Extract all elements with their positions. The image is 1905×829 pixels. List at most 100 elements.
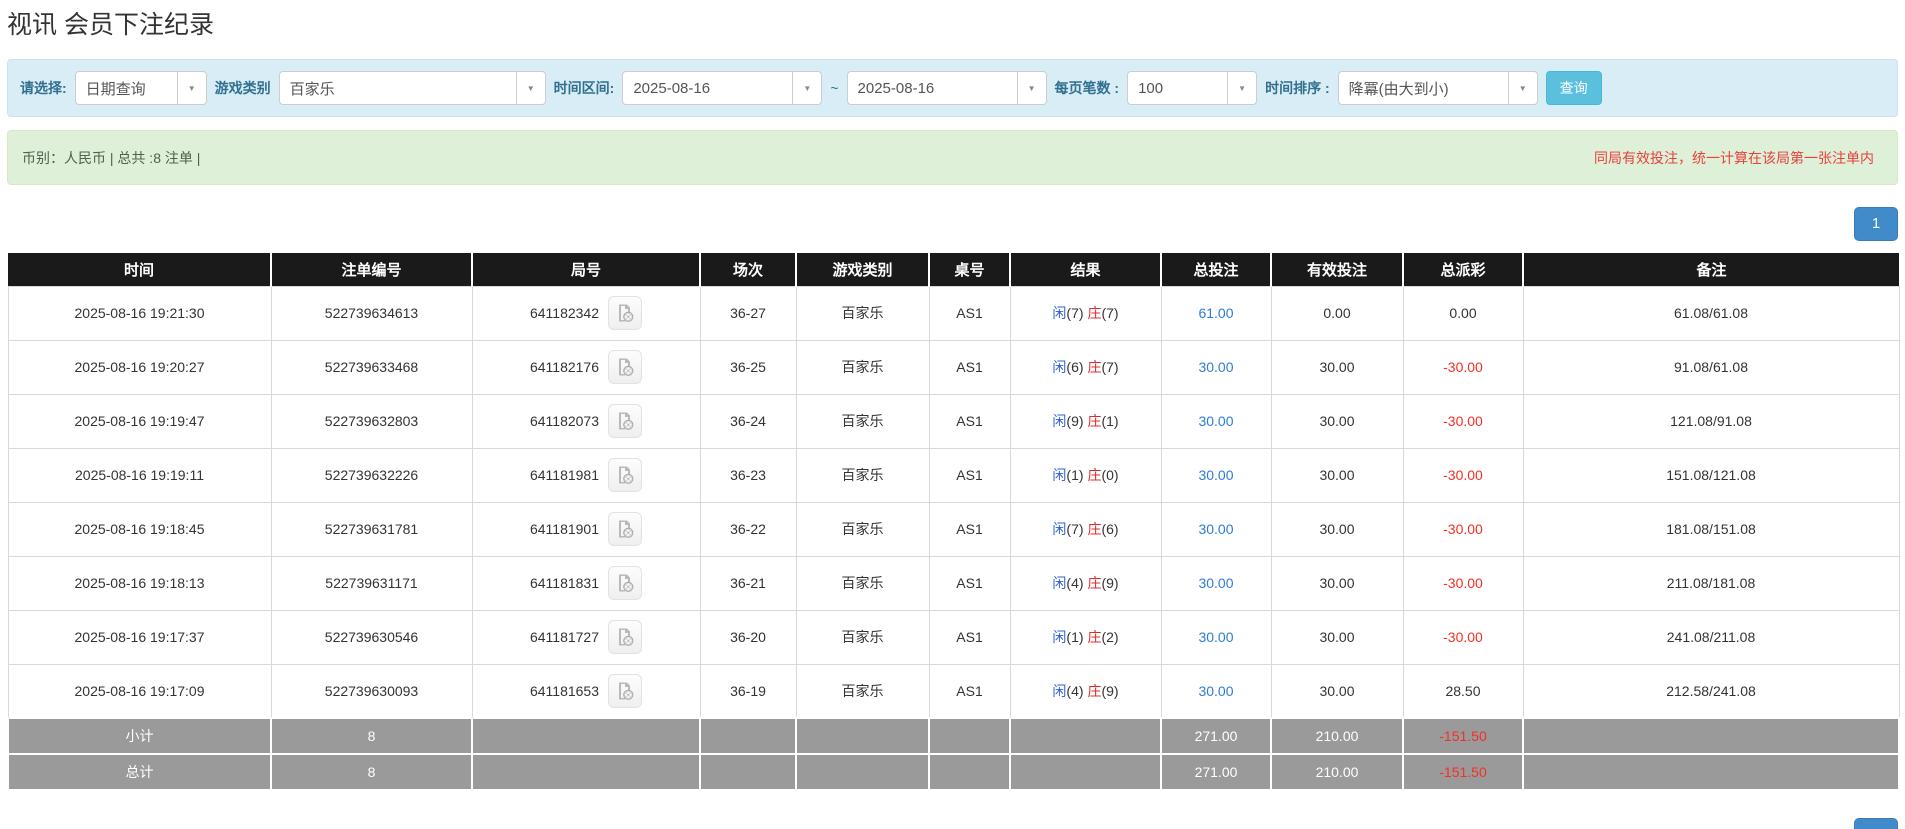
cell-payout: 28.50	[1403, 664, 1523, 718]
total-row-empty-result	[1010, 754, 1161, 790]
col-valid-bet: 有效投注	[1271, 253, 1403, 286]
time-sort-label: 时间排序 :	[1265, 78, 1330, 98]
cell-total-bet: 30.00	[1161, 664, 1271, 718]
chevron-down-icon: ▼	[177, 72, 206, 104]
total-bet-link[interactable]: 30.00	[1198, 683, 1233, 699]
subtotal-row-empty-round	[472, 718, 700, 754]
video-replay-button[interactable]	[608, 674, 642, 708]
chevron-down-icon: ▼	[1508, 72, 1537, 104]
page-size-value: 100	[1128, 80, 1163, 97]
summary-bar: 币别：人民币 | 总共 :8 注单 | 同局有效投注，统一计算在该局第一张注单内	[7, 130, 1898, 185]
col-remark: 备注	[1523, 253, 1899, 286]
video-replay-button[interactable]	[608, 458, 642, 492]
subtotal-row-label: 小计	[8, 718, 271, 754]
page-size-select[interactable]: 100 ▼	[1127, 71, 1257, 105]
cell-round-id: 641182073	[472, 394, 700, 448]
page-title: 视讯 会员下注纪录	[7, 9, 1898, 42]
cell-round-id: 641181901	[472, 502, 700, 556]
cell-remark: 121.08/91.08	[1523, 394, 1899, 448]
result-player-label: 闲	[1052, 305, 1066, 321]
video-replay-button[interactable]	[608, 350, 642, 384]
game-category-select[interactable]: 百家乐 ▼	[279, 71, 546, 105]
cell-payout: -30.00	[1403, 448, 1523, 502]
result-player-score: (7)	[1066, 521, 1083, 537]
video-replay-button[interactable]	[608, 404, 642, 438]
time-sort-value: 降冪(由大到小)	[1339, 78, 1449, 99]
video-file-icon	[615, 465, 635, 485]
cell-round-id: 641181981	[472, 448, 700, 502]
video-replay-button[interactable]	[608, 512, 642, 546]
cell-time: 2025-08-16 19:18:13	[8, 556, 271, 610]
result-player-label: 闲	[1052, 521, 1066, 537]
pagination-bottom: 1	[7, 818, 1898, 829]
cell-table-no: AS1	[929, 394, 1010, 448]
total-row-count: 8	[271, 754, 472, 790]
video-replay-button[interactable]	[608, 296, 642, 330]
result-banker-label: 庄	[1087, 521, 1101, 537]
result-player-label: 闲	[1052, 575, 1066, 591]
date-from-select[interactable]: 2025-08-16 ▼	[622, 71, 822, 105]
cell-valid-bet: 30.00	[1271, 664, 1403, 718]
round-id-group: 641181901	[530, 512, 642, 546]
page-button-1-bottom[interactable]: 1	[1854, 818, 1898, 829]
cell-session: 36-21	[700, 556, 796, 610]
video-file-icon	[615, 681, 635, 701]
subtotal-row-payout: -151.50	[1403, 718, 1523, 754]
subtotal-row-remark	[1523, 718, 1899, 754]
total-bet-link[interactable]: 30.00	[1198, 359, 1233, 375]
video-replay-button[interactable]	[608, 620, 642, 654]
video-replay-button[interactable]	[608, 566, 642, 600]
round-id-group: 641181727	[530, 620, 642, 654]
page-button-1[interactable]: 1	[1854, 207, 1898, 241]
chevron-down-icon: ▼	[792, 72, 821, 104]
total-bet-link[interactable]: 30.00	[1198, 413, 1233, 429]
cell-round-id: 641181831	[472, 556, 700, 610]
total-row-empty-round	[472, 754, 700, 790]
total-bet-link[interactable]: 30.00	[1198, 467, 1233, 483]
round-id-group: 641181653	[530, 674, 642, 708]
cell-total-bet: 30.00	[1161, 394, 1271, 448]
total-bet-link[interactable]: 30.00	[1198, 575, 1233, 591]
cell-session: 36-27	[700, 286, 796, 340]
video-file-icon	[615, 519, 635, 539]
cell-game-category: 百家乐	[796, 556, 929, 610]
total-row-empty-table	[929, 754, 1010, 790]
chevron-down-icon: ▼	[1227, 72, 1256, 104]
cell-table-no: AS1	[929, 610, 1010, 664]
cell-session: 36-24	[700, 394, 796, 448]
date-to-value: 2025-08-16	[848, 80, 935, 97]
total-row-empty-game	[796, 754, 929, 790]
video-file-icon	[615, 573, 635, 593]
video-file-icon	[615, 357, 635, 377]
result-banker-score: (9)	[1101, 683, 1118, 699]
col-time: 时间	[8, 253, 271, 286]
table-row: 2025-08-16 19:17:09522739630093641181653…	[8, 664, 1899, 718]
cell-result: 闲(7) 庄(6)	[1010, 502, 1161, 556]
cell-bet-id: 522739632226	[271, 448, 472, 502]
cell-time: 2025-08-16 19:19:47	[8, 394, 271, 448]
cell-remark: 91.08/61.08	[1523, 340, 1899, 394]
cell-valid-bet: 30.00	[1271, 340, 1403, 394]
query-type-select[interactable]: 日期查询 ▼	[75, 71, 207, 105]
total-row-label: 总计	[8, 754, 271, 790]
search-button[interactable]: 查询	[1546, 71, 1602, 105]
total-row-total-bet: 271.00	[1161, 754, 1271, 790]
summary-notice: 同局有效投注，统一计算在该局第一张注单内	[1594, 148, 1874, 168]
result-banker-score: (7)	[1101, 359, 1118, 375]
cell-table-no: AS1	[929, 448, 1010, 502]
total-bet-link[interactable]: 61.00	[1198, 305, 1233, 321]
total-bet-link[interactable]: 30.00	[1198, 629, 1233, 645]
cell-round-id: 641181653	[472, 664, 700, 718]
cell-payout: -30.00	[1403, 502, 1523, 556]
time-sort-select[interactable]: 降冪(由大到小) ▼	[1338, 71, 1538, 105]
cell-bet-id: 522739630546	[271, 610, 472, 664]
video-file-icon	[615, 627, 635, 647]
date-to-select[interactable]: 2025-08-16 ▼	[847, 71, 1047, 105]
total-bet-link[interactable]: 30.00	[1198, 521, 1233, 537]
cell-game-category: 百家乐	[796, 286, 929, 340]
cell-valid-bet: 30.00	[1271, 502, 1403, 556]
cell-payout: -30.00	[1403, 340, 1523, 394]
cell-bet-id: 522739631171	[271, 556, 472, 610]
subtotal-row-empty-table	[929, 718, 1010, 754]
cell-valid-bet: 30.00	[1271, 610, 1403, 664]
